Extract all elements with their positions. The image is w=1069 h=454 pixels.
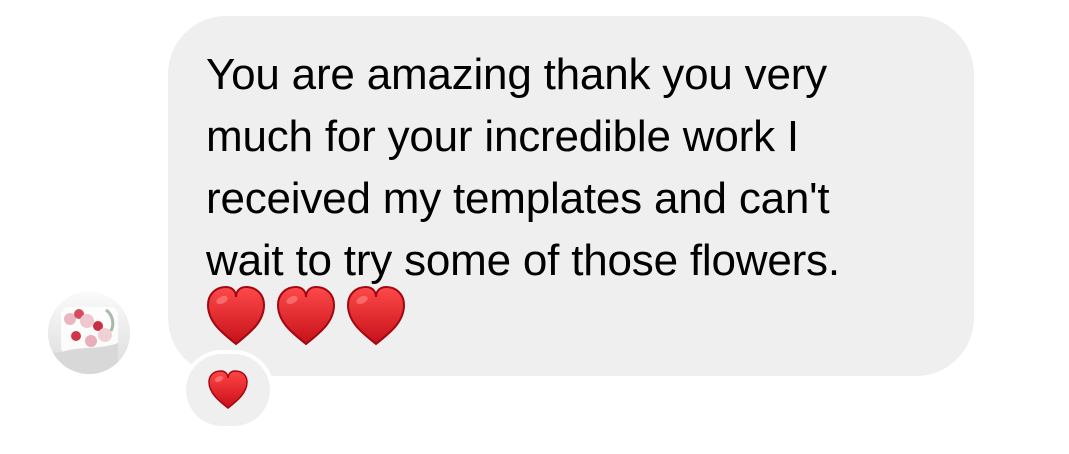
flower-cake-avatar-icon [48, 292, 130, 374]
message-text: You are amazing thank you very much for … [206, 50, 840, 285]
incoming-message-bubble[interactable]: You are amazing thank you very much for … [168, 16, 974, 376]
message-reaction[interactable] [182, 350, 274, 430]
sender-avatar[interactable] [48, 292, 130, 374]
red-heart-icon [276, 286, 336, 346]
reaction-pill[interactable] [186, 354, 270, 426]
red-heart-icon [346, 286, 406, 346]
heart-icon [208, 370, 248, 409]
red-heart-icon [206, 286, 266, 346]
message-thread: You are amazing thank you very much for … [0, 0, 1069, 454]
heart-emoji-row [206, 286, 406, 346]
